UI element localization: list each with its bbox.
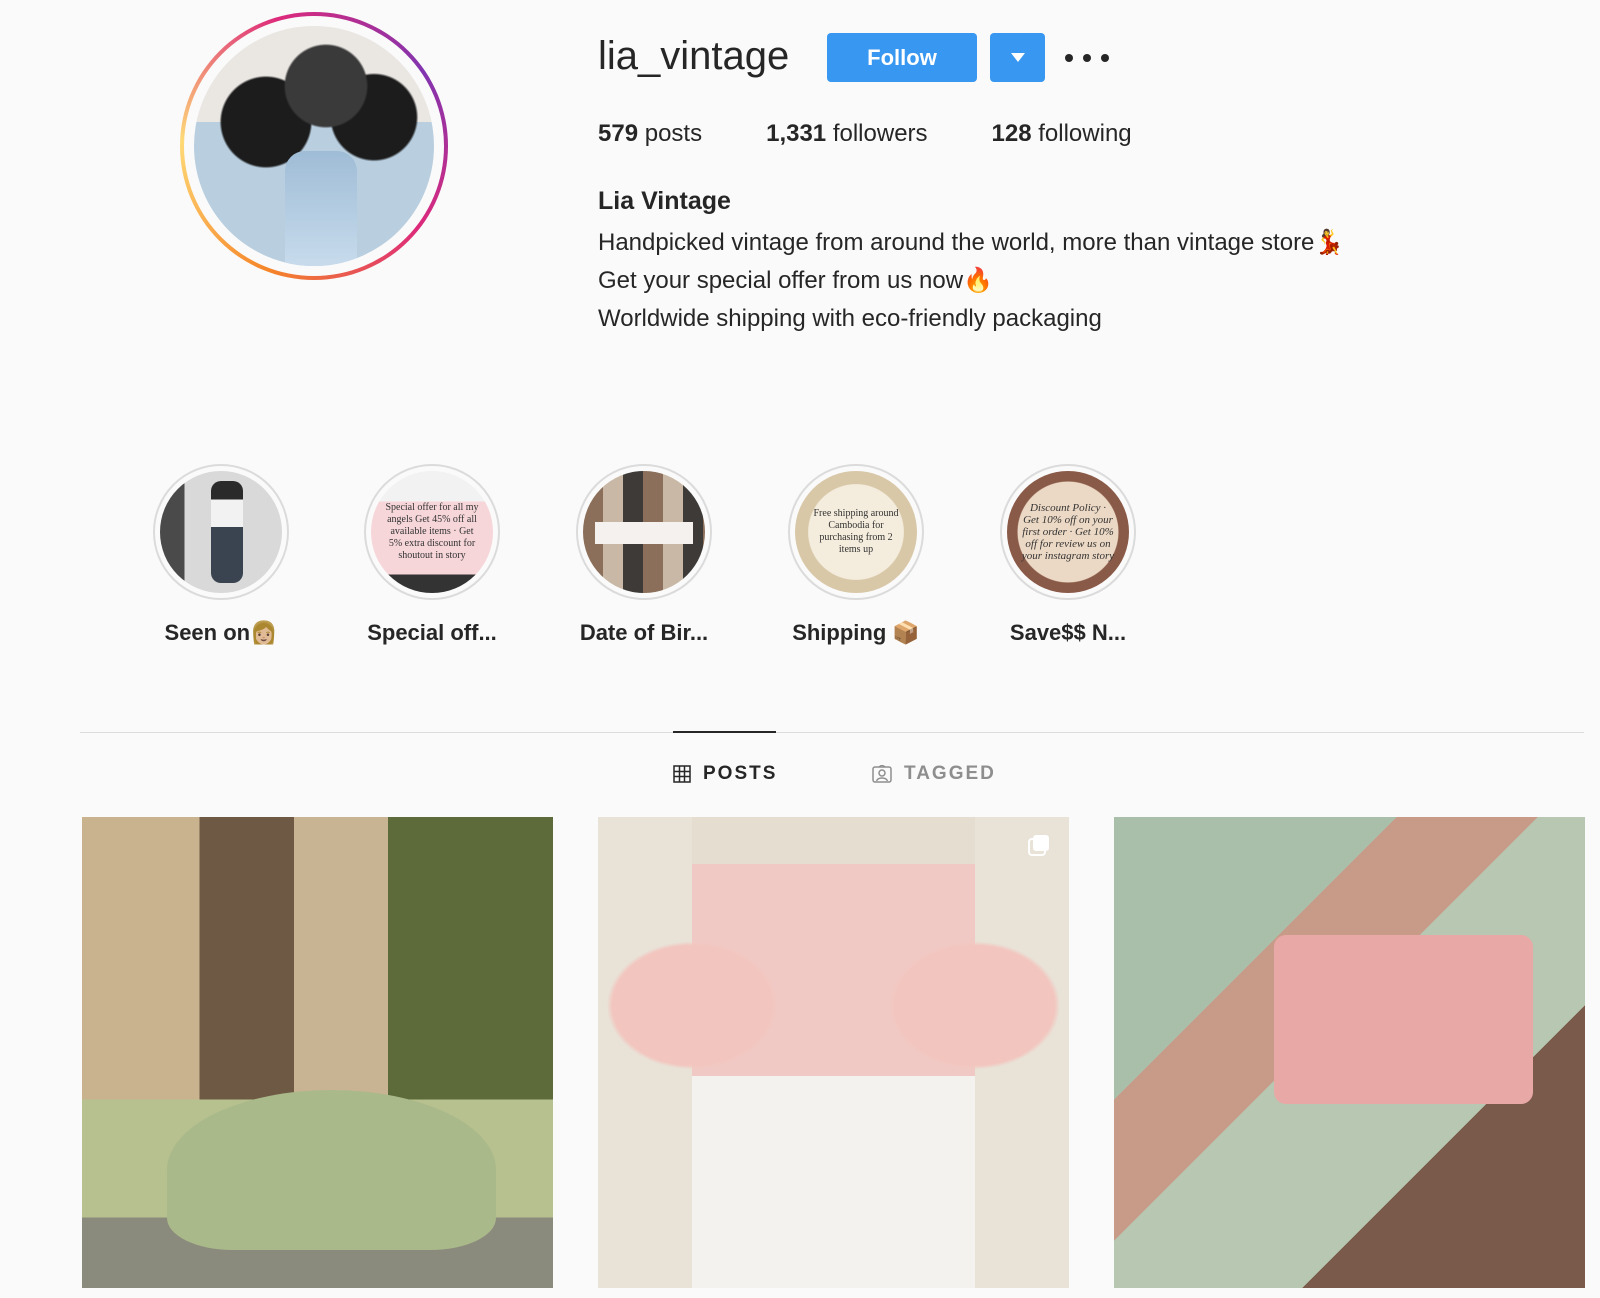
followers-link[interactable]: 1,331 followers: [766, 120, 927, 148]
more-dot-icon: [1083, 54, 1091, 62]
profile-full-name: Lia Vintage: [598, 187, 731, 215]
highlight-ring: Special offer for all my angels Get 45% …: [364, 464, 500, 600]
highlight-cover: [160, 471, 282, 593]
highlight-cover: Discount Policy · Get 10% off on your fi…: [1007, 471, 1129, 593]
followers-count-value: 1,331: [766, 120, 827, 147]
follow-button[interactable]: Follow: [827, 33, 977, 82]
story-highlight[interactable]: Special offer for all my angels Get 45% …: [332, 464, 532, 646]
post-thumbnail[interactable]: [1114, 817, 1585, 1288]
highlight-ring: Free shipping around Cambodia for purcha…: [788, 464, 924, 600]
highlight-cover: Special offer for all my angels Get 45% …: [371, 471, 493, 593]
carousel-icon: [1028, 835, 1049, 856]
story-highlight[interactable]: Free shipping around Cambodia for purcha…: [756, 464, 956, 646]
profile-avatar-ring[interactable]: [180, 12, 448, 280]
profile-stats: 579 posts 1,331 followers 128 following: [598, 120, 1196, 148]
following-link[interactable]: 128 following: [992, 120, 1132, 148]
highlight-ring: [576, 464, 712, 600]
bio-line: Get your special offer from us now🔥: [598, 267, 993, 294]
highlight-ring: [153, 464, 289, 600]
more-dot-icon: [1101, 54, 1109, 62]
highlight-cover-text: Free shipping around Cambodia for purcha…: [813, 508, 899, 555]
active-tab-indicator: [673, 731, 776, 733]
tab-tagged-label: TAGGED: [904, 763, 996, 784]
following-count-label: following: [1038, 120, 1132, 147]
posts-count-label: posts: [644, 120, 703, 147]
posts-count: 579 posts: [598, 120, 702, 148]
story-highlight[interactable]: Discount Policy · Get 10% off on your fi…: [968, 464, 1168, 646]
grid-icon: [673, 765, 691, 783]
tab-posts[interactable]: POSTS: [673, 763, 777, 785]
highlight-label: Save$$ N...: [1009, 620, 1127, 645]
highlight-cover-text: Special offer for all my angels Get 45% …: [385, 502, 479, 561]
post-thumbnail[interactable]: [82, 817, 553, 1288]
highlight-cover: [583, 471, 705, 593]
profile-bio: Handpicked vintage from around the world…: [598, 224, 1344, 338]
highlight-ring: Discount Policy · Get 10% off on your fi…: [1000, 464, 1136, 600]
highlight-label: Date of Bir...: [579, 620, 709, 645]
highlight-label: Shipping 📦: [792, 620, 920, 645]
followers-count-label: followers: [832, 120, 928, 147]
story-highlight[interactable]: Date of Bir...: [544, 464, 744, 646]
story-highlight[interactable]: Seen on👩🏼: [121, 464, 321, 646]
more-options-button[interactable]: [1065, 44, 1109, 72]
following-count-value: 128: [991, 120, 1032, 147]
suggestions-dropdown-button[interactable]: [990, 33, 1045, 82]
more-dot-icon: [1065, 54, 1073, 62]
highlight-label: Seen on👩🏼: [164, 620, 278, 645]
profile-username: lia_vintage: [598, 34, 790, 78]
highlight-cover: Free shipping around Cambodia for purcha…: [795, 471, 917, 593]
tab-posts-label: POSTS: [703, 763, 778, 784]
highlight-label: Special off...: [367, 620, 497, 645]
avatar: [194, 26, 434, 266]
post-thumbnail[interactable]: [598, 817, 1069, 1288]
posts-count-value: 579: [598, 120, 639, 147]
highlight-cover-text: Discount Policy · Get 10% off on your fi…: [1021, 502, 1115, 562]
avatar-frame: [184, 16, 444, 276]
bio-line: Handpicked vintage from around the world…: [598, 229, 1345, 256]
tabs-divider: [80, 732, 1584, 733]
tagged-icon: [872, 765, 892, 783]
chevron-down-icon: [1010, 53, 1025, 62]
tab-tagged[interactable]: TAGGED: [872, 763, 996, 785]
bio-line: Worldwide shipping with eco-friendly pac…: [598, 305, 1102, 332]
